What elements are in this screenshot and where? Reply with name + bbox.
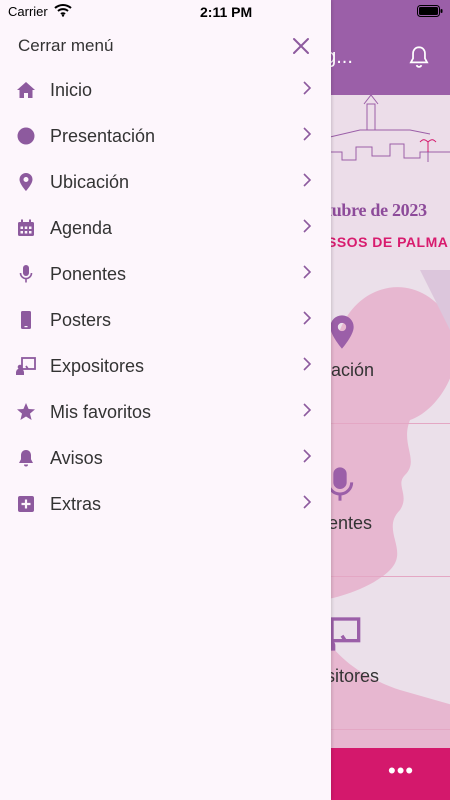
menu-item-presentacion[interactable]: Presentación <box>0 114 331 160</box>
menu-item-favoritos[interactable]: Mis favoritos <box>0 390 331 436</box>
menu-item-avisos[interactable]: Avisos <box>0 436 331 482</box>
menu-item-label: Expositores <box>50 356 145 376</box>
home-icon <box>17 82 35 98</box>
menu-item-expositores[interactable]: Expositores <box>0 344 331 390</box>
battery-icon <box>417 5 443 17</box>
menu-item-label: Ubicación <box>50 172 130 192</box>
drawer-header[interactable]: Cerrar menú <box>0 28 331 68</box>
chevron-right-icon <box>303 311 312 325</box>
skyline-illustration <box>320 94 450 168</box>
menu-item-agenda[interactable]: Agenda <box>0 206 331 252</box>
presenter-board-icon <box>16 357 36 375</box>
chevron-right-icon <box>303 357 312 371</box>
menu-item-label: Presentación <box>50 126 156 146</box>
close-menu-label[interactable]: Cerrar menú <box>18 36 113 56</box>
tile-label-expositores[interactable]: sitores <box>326 666 379 687</box>
menu-item-label: Posters <box>50 310 112 330</box>
tile-label-ubicacion[interactable]: tación <box>326 360 374 381</box>
chevron-right-icon <box>303 81 312 95</box>
menu-item-posters[interactable]: Posters <box>0 298 331 344</box>
menu-item-label: Mis favoritos <box>50 402 152 422</box>
bell-icon[interactable] <box>406 44 432 70</box>
menu-item-extras[interactable]: Extras <box>0 482 331 528</box>
banner-date: tubre de 2023 <box>326 200 427 220</box>
menu-item-label: Agenda <box>50 218 113 238</box>
chevron-right-icon <box>303 265 312 279</box>
carrier-label: Carrier <box>8 4 48 19</box>
more-tab-button[interactable]: ••• <box>388 758 414 784</box>
bell-icon <box>19 450 33 467</box>
tile-label-ponentes[interactable]: entes <box>328 513 372 534</box>
menu-item-ubicacion[interactable]: Ubicación <box>0 160 331 206</box>
chevron-right-icon <box>303 495 312 509</box>
menu-item-ponentes[interactable]: Ponentes <box>0 252 331 298</box>
chevron-right-icon <box>303 219 312 233</box>
menu-item-label: Avisos <box>50 448 103 468</box>
chevron-right-icon <box>303 449 312 463</box>
banner-place: SSOS DE PALMA <box>327 234 449 250</box>
plus-square-icon <box>18 496 34 512</box>
chevron-right-icon <box>303 127 312 141</box>
drawer-menu: Inicio Presentación Ubicación Agenda Pon… <box>0 68 331 528</box>
status-bar: Carrier 2:11 PM <box>0 0 450 24</box>
tile-divider <box>320 729 450 730</box>
tile-divider <box>320 423 450 424</box>
tile-divider <box>320 576 450 577</box>
side-drawer: Cerrar menú Inicio Presentación Ubicació… <box>0 0 331 800</box>
star-icon <box>17 403 35 420</box>
close-icon[interactable] <box>292 37 310 55</box>
chevron-right-icon <box>303 173 312 187</box>
calendar-icon <box>18 219 34 236</box>
wifi-icon <box>54 4 72 17</box>
menu-item-label: Ponentes <box>50 264 127 284</box>
menu-item-inicio[interactable]: Inicio <box>0 68 331 114</box>
menu-item-label: Inicio <box>50 80 93 100</box>
circle-icon <box>17 127 35 145</box>
phone-icon <box>21 311 31 329</box>
microphone-icon <box>19 265 33 283</box>
menu-item-label: Extras <box>50 494 102 514</box>
status-time: 2:11 PM <box>200 4 253 20</box>
location-pin-icon <box>19 173 33 191</box>
chevron-right-icon <box>303 403 312 417</box>
